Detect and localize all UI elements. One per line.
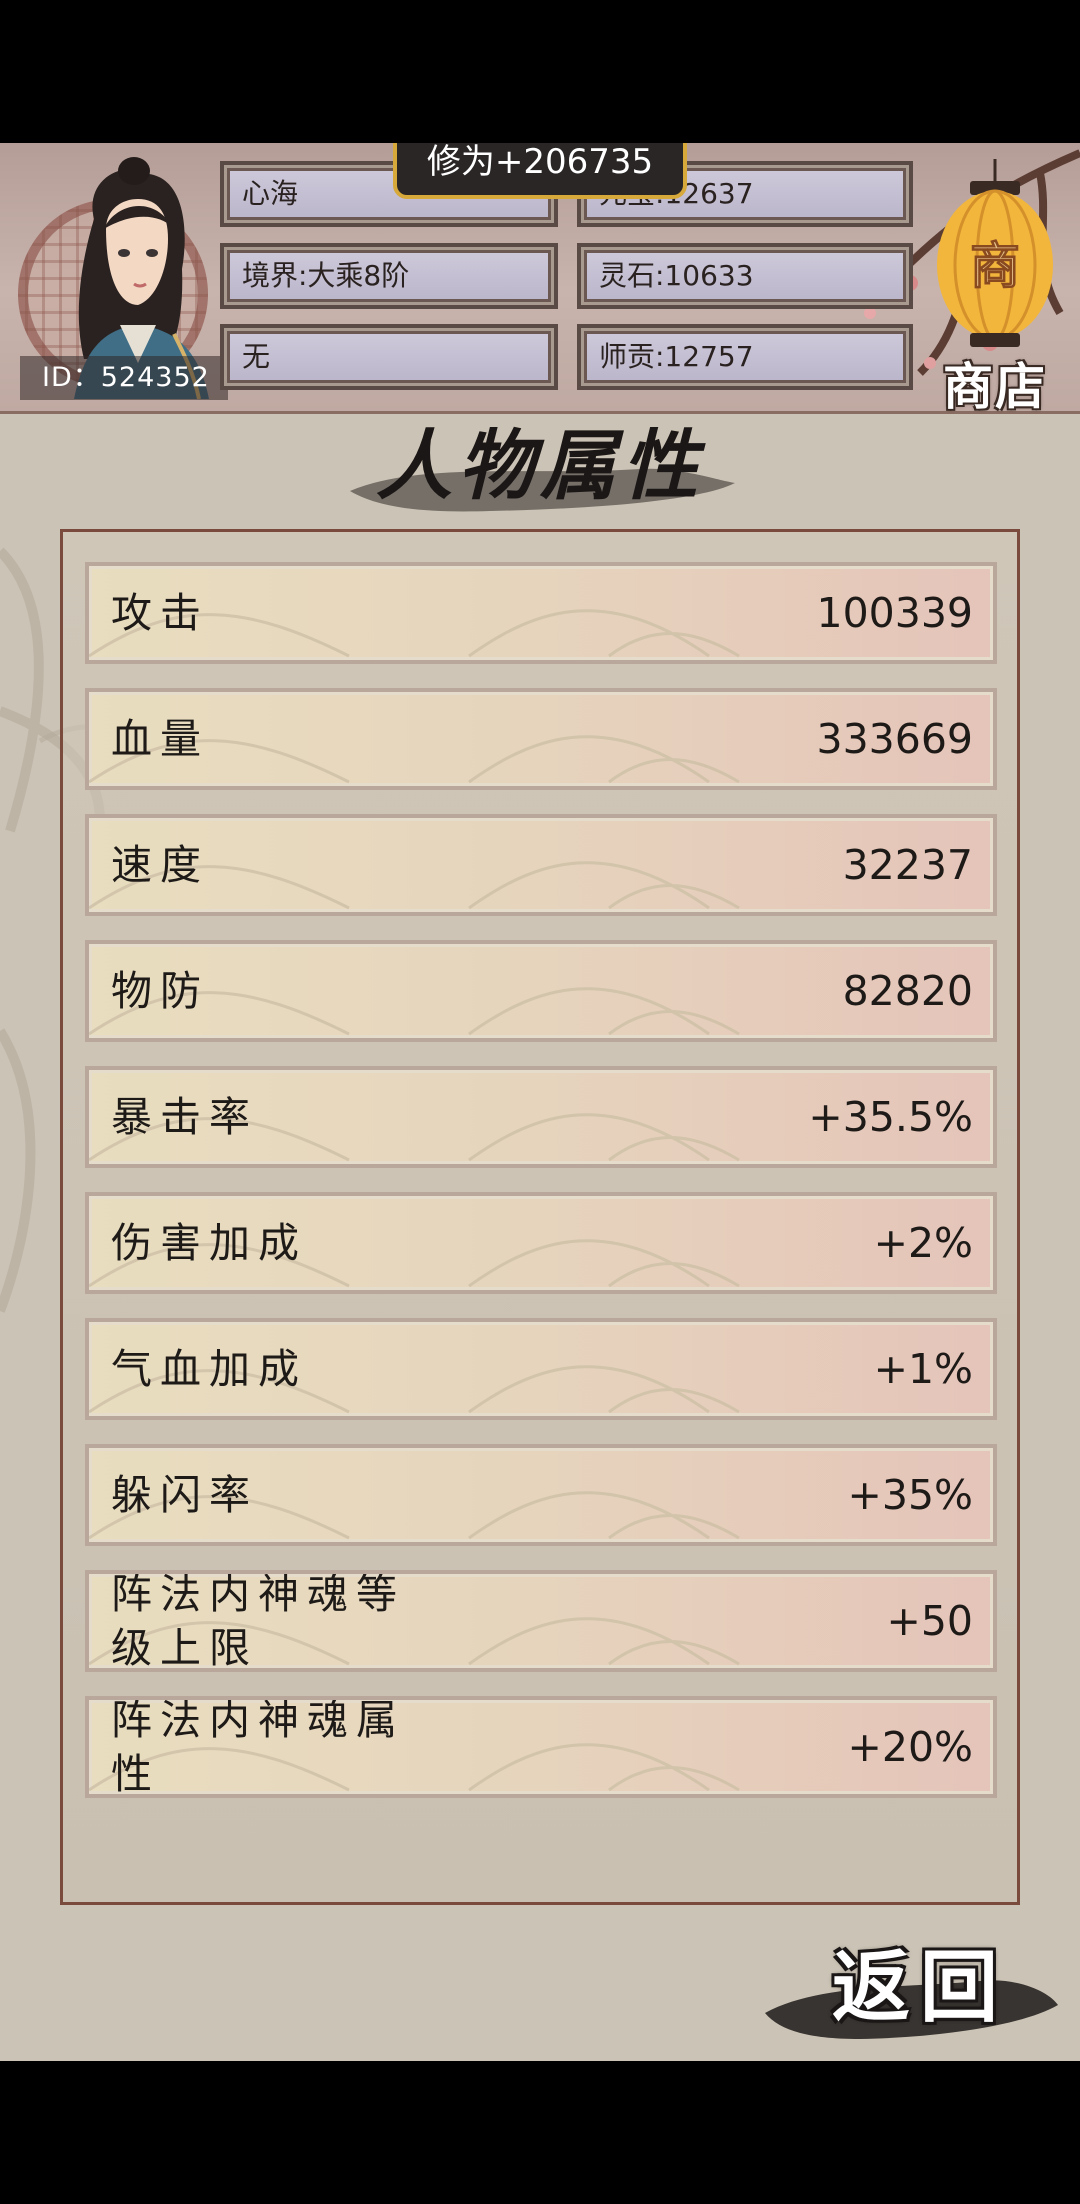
attribute-value: +35.5% xyxy=(808,1093,973,1141)
attribute-label: 血量 xyxy=(111,715,209,763)
attribute-row-dodge-rate: 躲闪率 +35% xyxy=(85,1444,997,1546)
page-title-area: 人物属性 xyxy=(340,411,740,531)
attribute-value: 32237 xyxy=(842,841,973,889)
back-label: 返回 xyxy=(831,1942,1008,2033)
attribute-row-hp-bonus: 气血加成 +1% xyxy=(85,1318,997,1420)
attribute-label: 速度 xyxy=(111,841,209,889)
attributes-panel: 攻击 100339 血量 333669 速度 32237 物防 82820 暴击… xyxy=(60,529,1020,1905)
shop-button[interactable]: 商 商店 xyxy=(930,159,1060,416)
attribute-value: 100339 xyxy=(816,589,973,637)
attribute-row-attack: 攻击 100339 xyxy=(85,562,997,664)
attribute-row-formation-soul-attribute: 阵法内神魂属性 +20% xyxy=(85,1696,997,1798)
attribute-label: 伤害加成 xyxy=(111,1219,307,1267)
player-avatar[interactable]: ID：524352 xyxy=(14,149,228,400)
attribute-label: 阵法内神魂等级上限 xyxy=(111,1570,405,1672)
attribute-value: +50 xyxy=(886,1597,973,1645)
shop-label: 商店 xyxy=(943,357,1047,416)
attribute-label: 攻击 xyxy=(111,589,209,637)
attribute-value: +1% xyxy=(873,1345,973,1393)
top-status-bar: ID：524352 心海 元宝:12637 境界:大乘8阶 灵石:10633 无… xyxy=(0,143,1080,416)
attribute-row-hp: 血量 333669 xyxy=(85,688,997,790)
sect-field: 无 xyxy=(220,324,558,390)
attribute-value: +20% xyxy=(847,1723,973,1771)
attribute-value: 82820 xyxy=(842,967,973,1015)
attribute-label: 阵法内神魂属性 xyxy=(111,1696,405,1798)
attribute-row-formation-soul-level-cap: 阵法内神魂等级上限 +50 xyxy=(85,1570,997,1672)
lantern-char: 商 xyxy=(970,236,1020,295)
attribute-value: +35% xyxy=(847,1471,973,1519)
lingshi-currency: 灵石:10633 xyxy=(577,243,913,309)
cultivation-gain-popup: 修为+206735 xyxy=(393,143,687,199)
attribute-value: 333669 xyxy=(816,715,973,763)
shigong-currency: 师贡:12757 xyxy=(577,324,913,390)
attribute-label: 气血加成 xyxy=(111,1345,307,1393)
attribute-value: +2% xyxy=(873,1219,973,1267)
attribute-row-speed: 速度 32237 xyxy=(85,814,997,916)
attribute-row-defense: 物防 82820 xyxy=(85,940,997,1042)
attribute-label: 躲闪率 xyxy=(111,1471,258,1519)
attribute-row-damage-bonus: 伤害加成 +2% xyxy=(85,1192,997,1294)
lantern-icon: 商 xyxy=(937,159,1053,347)
game-screen: ID：524352 心海 元宝:12637 境界:大乘8阶 灵石:10633 无… xyxy=(0,143,1080,2061)
attribute-row-crit-rate: 暴击率 +35.5% xyxy=(85,1066,997,1168)
player-id-label: ID：524352 xyxy=(20,356,228,400)
attribute-label: 暴击率 xyxy=(111,1093,258,1141)
realm-level: 境界:大乘8阶 xyxy=(220,243,558,309)
back-button[interactable]: 返回 xyxy=(760,1923,1060,2053)
page-title: 人物属性 xyxy=(376,421,704,510)
attribute-label: 物防 xyxy=(111,967,209,1015)
